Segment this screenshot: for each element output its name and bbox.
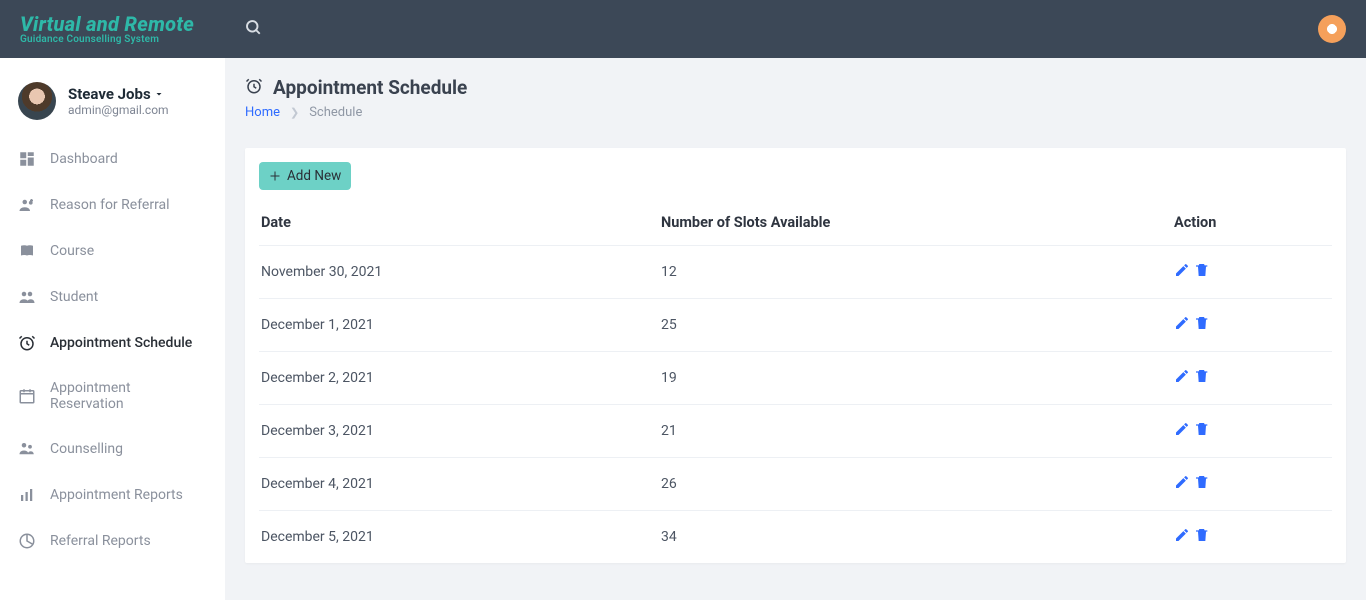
cell-date: December 4, 2021 [259, 458, 659, 511]
plus-icon [269, 170, 281, 182]
search-icon[interactable] [244, 18, 262, 40]
page-title: Appointment Schedule [273, 76, 467, 99]
col-header-date: Date [259, 200, 659, 246]
nav-dashboard[interactable]: Dashboard [0, 136, 225, 182]
nav-label: Reason for Referral [50, 197, 170, 213]
cell-slots: 26 [659, 458, 1172, 511]
chevron-down-icon [153, 88, 165, 100]
nav-student[interactable]: Student [0, 274, 225, 320]
nav-course[interactable]: Course [0, 228, 225, 274]
edit-icon[interactable] [1174, 368, 1190, 388]
trash-icon[interactable] [1194, 474, 1210, 494]
nav-appointment-schedule[interactable]: Appointment Schedule [0, 320, 225, 366]
sidebar: Steave Jobs admin@gmail.com Dashboard Re… [0, 58, 225, 600]
nav-referral-reports[interactable]: Referral Reports [0, 518, 225, 564]
user-block[interactable]: Steave Jobs admin@gmail.com [0, 76, 225, 136]
user-menu-avatar[interactable] [1318, 15, 1346, 43]
table-row: December 2, 202119 [259, 352, 1332, 405]
people-icon [18, 288, 36, 306]
cell-action [1172, 458, 1332, 511]
edit-icon[interactable] [1174, 421, 1190, 441]
cell-action [1172, 246, 1332, 299]
table-row: December 5, 202134 [259, 511, 1332, 564]
page-header: Appointment Schedule [245, 76, 1346, 99]
calendar-icon [18, 387, 36, 405]
alarm-icon [18, 334, 36, 352]
trash-icon[interactable] [1194, 368, 1210, 388]
nav-appointment-reports[interactable]: Appointment Reports [0, 472, 225, 518]
nav-counselling[interactable]: Counselling [0, 426, 225, 472]
table-row: December 1, 202125 [259, 299, 1332, 352]
nav-label: Appointment Reports [50, 487, 183, 503]
col-header-action: Action [1172, 200, 1332, 246]
user-name: Steave Jobs [68, 85, 169, 103]
cell-date: December 2, 2021 [259, 352, 659, 405]
cell-slots: 25 [659, 299, 1172, 352]
cell-date: December 5, 2021 [259, 511, 659, 564]
group-icon [18, 440, 36, 458]
breadcrumb: Home ❯ Schedule [245, 105, 1346, 120]
cell-date: November 30, 2021 [259, 246, 659, 299]
nav-label: Student [50, 289, 98, 305]
col-header-slots: Number of Slots Available [659, 200, 1172, 246]
trash-icon[interactable] [1194, 527, 1210, 547]
cell-slots: 19 [659, 352, 1172, 405]
nav-label: Referral Reports [50, 533, 151, 549]
trash-icon[interactable] [1194, 421, 1210, 441]
edit-icon[interactable] [1174, 315, 1190, 335]
dashboard-icon [18, 150, 36, 168]
table-row: December 4, 202126 [259, 458, 1332, 511]
add-new-button[interactable]: Add New [259, 162, 351, 190]
cell-date: December 3, 2021 [259, 405, 659, 458]
nav-reason-referral[interactable]: Reason for Referral [0, 182, 225, 228]
cell-slots: 21 [659, 405, 1172, 458]
nav-appointment-reservation[interactable]: Appointment Reservation [0, 366, 225, 426]
referral-icon [18, 196, 36, 214]
topbar-left: Virtual and Remote Guidance Counselling … [20, 14, 262, 45]
chart-icon [18, 486, 36, 504]
alarm-icon [245, 77, 263, 99]
topbar: Virtual and Remote Guidance Counselling … [0, 0, 1366, 58]
cell-action [1172, 405, 1332, 458]
edit-icon[interactable] [1174, 262, 1190, 282]
cell-action [1172, 511, 1332, 564]
edit-icon[interactable] [1174, 527, 1190, 547]
nav-label: Appointment Schedule [50, 335, 192, 351]
nav-label: Appointment Reservation [50, 380, 207, 412]
brand-subtitle: Guidance Counselling System [20, 35, 194, 45]
chevron-right-icon: ❯ [290, 106, 299, 119]
breadcrumb-current: Schedule [309, 105, 362, 120]
nav-label: Course [50, 243, 94, 259]
cell-date: December 1, 2021 [259, 299, 659, 352]
trash-icon[interactable] [1194, 262, 1210, 282]
main-content: Appointment Schedule Home ❯ Schedule Add… [225, 58, 1366, 600]
table-header-row: Date Number of Slots Available Action [259, 200, 1332, 246]
table-row: December 3, 202121 [259, 405, 1332, 458]
brand[interactable]: Virtual and Remote Guidance Counselling … [20, 14, 194, 45]
brand-title: Virtual and Remote [20, 14, 194, 34]
cell-slots: 12 [659, 246, 1172, 299]
schedule-table: Date Number of Slots Available Action No… [259, 200, 1332, 563]
user-email: admin@gmail.com [68, 103, 169, 117]
nav-label: Dashboard [50, 151, 118, 167]
nav-label: Counselling [50, 441, 123, 457]
book-icon [18, 242, 36, 260]
user-avatar [18, 82, 56, 120]
table-row: November 30, 202112 [259, 246, 1332, 299]
trash-icon[interactable] [1194, 315, 1210, 335]
cell-action [1172, 299, 1332, 352]
cell-slots: 34 [659, 511, 1172, 564]
breadcrumb-home[interactable]: Home [245, 105, 280, 120]
schedule-card: Add New Date Number of Slots Available A… [245, 148, 1346, 563]
edit-icon[interactable] [1174, 474, 1190, 494]
cell-action [1172, 352, 1332, 405]
pie-icon [18, 532, 36, 550]
